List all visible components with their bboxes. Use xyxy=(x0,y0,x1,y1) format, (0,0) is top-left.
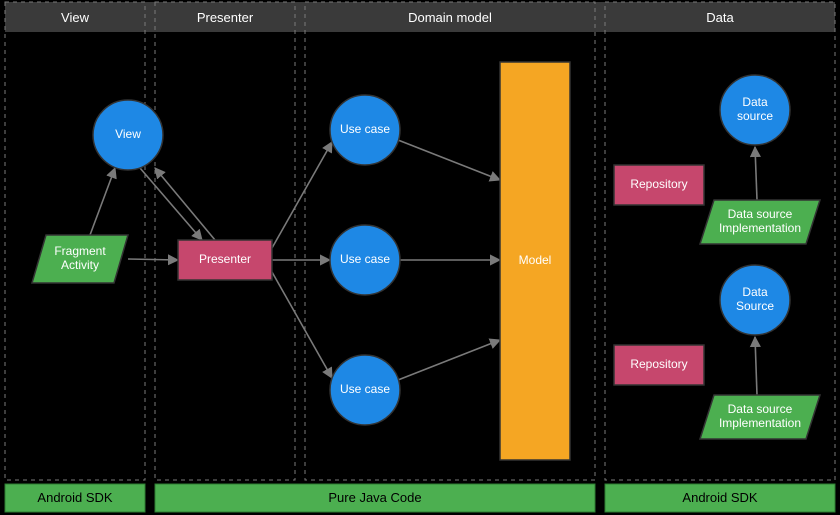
node-label-ds2: Data xyxy=(742,285,768,299)
edge-uc1-to-model xyxy=(398,140,500,180)
column-header-domain: Domain model xyxy=(408,10,492,25)
node-label-ds1: Data xyxy=(742,95,768,109)
node-label-uc2: Use case xyxy=(340,252,390,266)
edge-presenter-to-uc1 xyxy=(272,142,332,248)
edge-dsi2-to-ds2 xyxy=(755,337,757,395)
edge-uc3-to-model xyxy=(398,340,500,380)
node-label-dsi2: Implementation xyxy=(719,416,801,430)
edge-view-to-presenter xyxy=(140,168,202,240)
column-header-data: Data xyxy=(706,10,734,25)
edge-fragment-to-view xyxy=(90,168,115,235)
column-header-presenter: Presenter xyxy=(197,10,254,25)
edge-fragment-to-presenter xyxy=(128,259,178,260)
edge-presenter-to-uc3 xyxy=(272,272,332,378)
node-label-uc3: Use case xyxy=(340,382,390,396)
node-label-view: View xyxy=(115,127,141,141)
footer-label-mid: Pure Java Code xyxy=(328,490,421,505)
footer-label-right: Android SDK xyxy=(682,490,757,505)
node-label-ds1: source xyxy=(737,109,773,123)
edge-presenter-to-view xyxy=(155,168,215,240)
edge-dsi1-to-ds1 xyxy=(755,147,757,200)
architecture-diagram: View Presenter Domain model Data Android SDK… xyxy=(0,0,840,515)
node-label-dsi1: Implementation xyxy=(719,221,801,235)
node-label-model: Model xyxy=(519,253,552,267)
node-label-repo1: Repository xyxy=(630,177,687,191)
column-header-view: View xyxy=(61,10,90,25)
node-label-dsi2: Data source xyxy=(728,402,793,416)
node-label-repo2: Repository xyxy=(630,357,687,371)
node-label-dsi1: Data source xyxy=(728,207,793,221)
footer-label-left: Android SDK xyxy=(37,490,112,505)
node-label-fragment: Activity xyxy=(61,258,99,272)
node-label-presenter: Presenter xyxy=(199,252,251,266)
node-label-uc1: Use case xyxy=(340,122,390,136)
node-label-ds2: Source xyxy=(736,299,774,313)
node-label-fragment: Fragment xyxy=(54,244,106,258)
